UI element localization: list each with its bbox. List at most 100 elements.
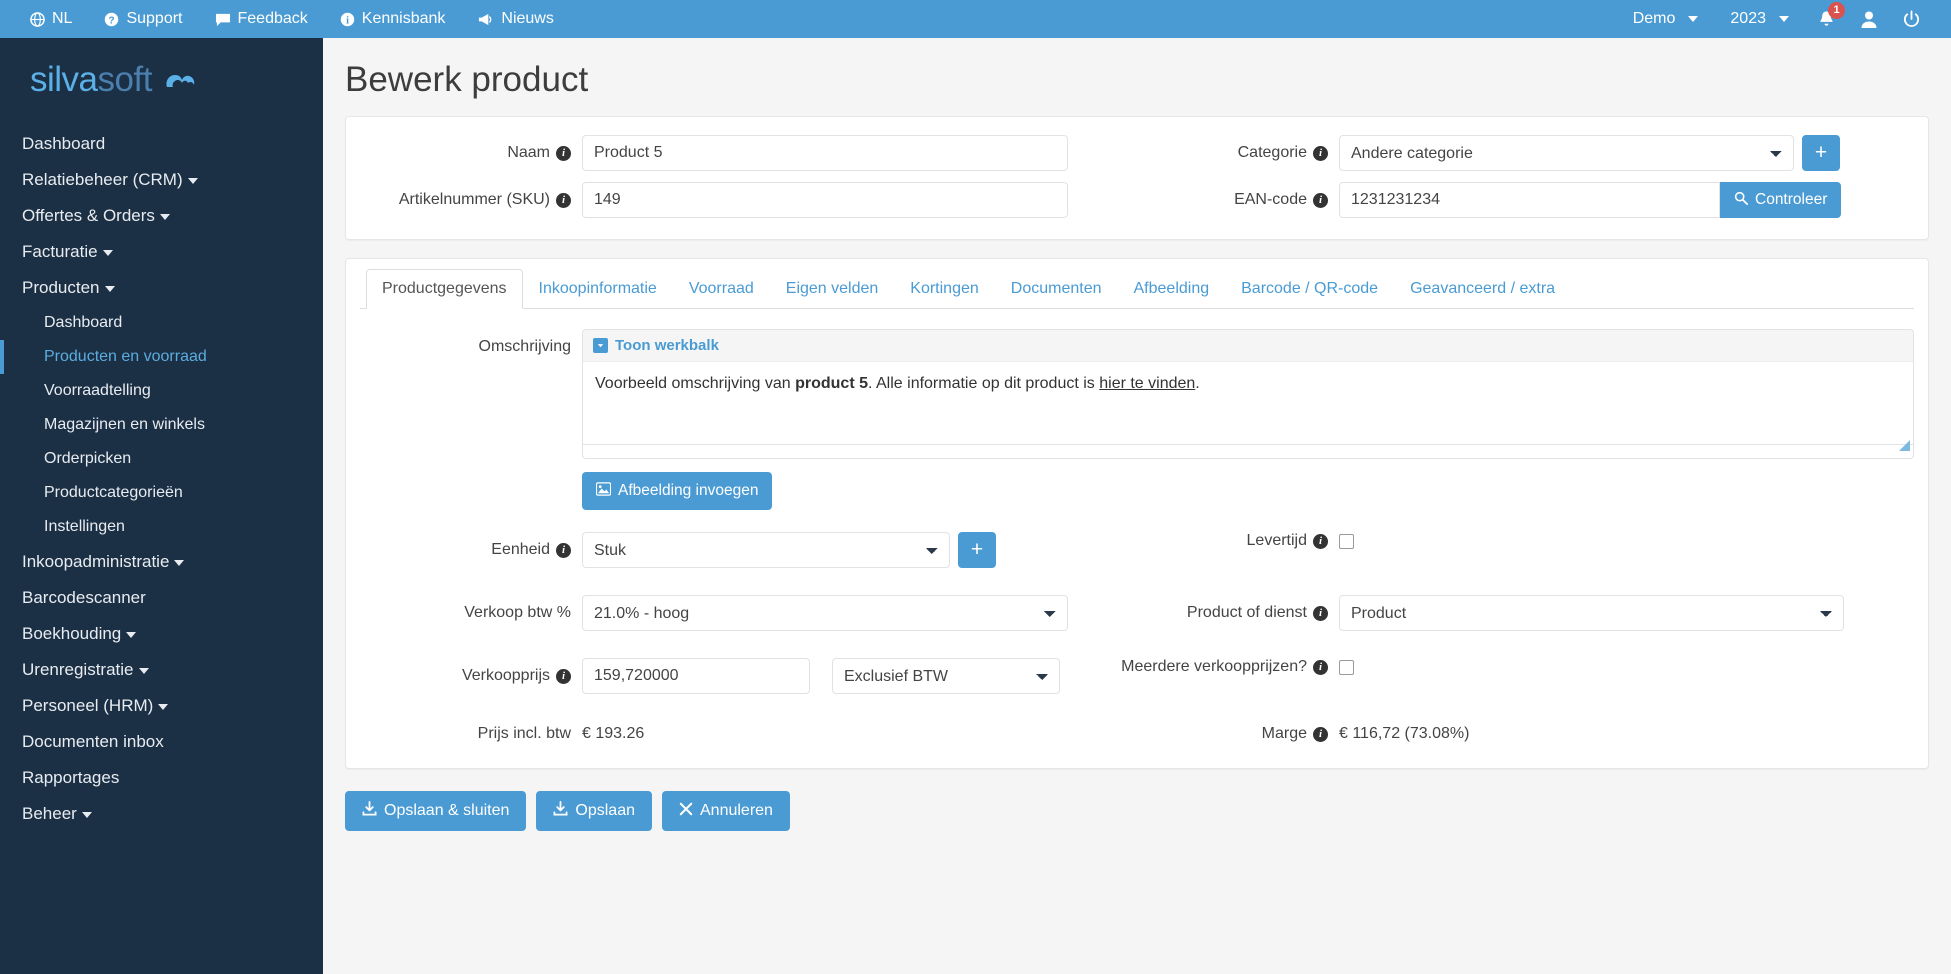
insert-image-label: Afbeelding invoegen — [618, 482, 759, 499]
action-button-label: Annuleren — [700, 802, 773, 819]
sidebar-item-productcategorie-n[interactable]: Productcategorieën — [0, 476, 323, 510]
comment-icon — [215, 12, 231, 27]
opslaan-sluiten-button[interactable]: Opslaan & sluiten — [345, 791, 527, 831]
ean-input[interactable] — [1339, 182, 1720, 218]
sidebar-item-facturatie[interactable]: Facturatie — [0, 234, 323, 270]
sidebar-item-instellingen[interactable]: Instellingen — [0, 510, 323, 544]
tab-bar: Productgegevens Inkoopinformatie Voorraad E… — [360, 269, 1914, 309]
info-icon[interactable]: i — [556, 145, 571, 161]
meerdere-verkoopprijzen-checkbox[interactable] — [1339, 659, 1354, 675]
description-textarea[interactable]: Voorbeeld omschrijving van product 5. Al… — [582, 361, 1914, 445]
sidebar-item-personeel-hrm[interactable]: Personeel (HRM) — [0, 688, 323, 724]
info-icon[interactable]: i — [1313, 192, 1328, 208]
sidebar-item-label: Barcodescanner — [22, 588, 146, 607]
notifications-button[interactable]: 1 — [1805, 0, 1848, 38]
field-omschrijving: Omschrijving Toon werkbalk Voorbeeld oms… — [346, 329, 1928, 510]
tab-afbeelding[interactable]: Afbeelding — [1118, 269, 1226, 309]
tab-eigen-velden[interactable]: Eigen velden — [770, 269, 895, 309]
tab-barcode-qr-code[interactable]: Barcode / QR-code — [1225, 269, 1394, 309]
sidebar-item-offertes-orders[interactable]: Offertes & Orders — [0, 198, 323, 234]
field-marge-label-text: Marge — [1261, 725, 1307, 742]
info-icon[interactable]: i — [556, 668, 571, 684]
account-menu[interactable]: Demo — [1617, 0, 1715, 38]
detail-col-right-4: Marge i € 116,72 (73.08%) — [1137, 725, 1928, 754]
detail-row-4: Prijs incl. btw € 193.26 Marge i € 116,7… — [346, 725, 1928, 754]
nav-kennisbank[interactable]: i Kennisbank — [324, 0, 462, 38]
info-icon[interactable]: i — [556, 192, 571, 208]
field-verkoop-btw: Verkoop btw % 21.0% - hoog — [360, 595, 1123, 631]
annuleren-button[interactable]: Annuleren — [662, 791, 790, 831]
sidebar-item-inkoopadministratie[interactable]: Inkoopadministratie — [0, 544, 323, 580]
controleer-ean-button[interactable]: Controleer — [1720, 182, 1842, 218]
add-eenheid-button[interactable]: + — [958, 532, 996, 568]
info-icon[interactable]: i — [1313, 726, 1328, 742]
megaphone-icon — [477, 12, 494, 27]
verkoopprijs-input[interactable] — [582, 658, 810, 694]
insert-image-button[interactable]: Afbeelding invoegen — [582, 472, 773, 510]
year-menu[interactable]: 2023 — [1714, 0, 1805, 38]
tab-voorraad[interactable]: Voorraad — [673, 269, 770, 309]
nav-feedback[interactable]: Feedback — [199, 0, 324, 38]
resize-handle-icon[interactable] — [1899, 436, 1910, 456]
sidebar-item-relatiebeheer-crm[interactable]: Relatiebeheer (CRM) — [0, 162, 323, 198]
sidebar-item-beheer[interactable]: Beheer — [0, 796, 323, 832]
field-verkoopprijs-label-text: Verkoopprijs — [461, 667, 550, 684]
tab-productgegevens[interactable]: Productgegevens — [366, 269, 523, 309]
nav-support[interactable]: ? Support — [88, 0, 198, 38]
sidebar-item-voorraadtelling[interactable]: Voorraadtelling — [0, 374, 323, 408]
tab-inkoopinformatie[interactable]: Inkoopinformatie — [523, 269, 673, 309]
header-row-2: Artikelnummer (SKU) i EAN-code i — [346, 182, 1928, 229]
sidebar-item-documenten-inbox[interactable]: Documenten inbox — [0, 724, 323, 760]
detail-row-1: Eenheid i Stuk + Levertijd i — [346, 532, 1928, 579]
description-text-before: Voorbeeld omschrijving van — [595, 375, 796, 392]
product-of-dienst-select[interactable]: Product — [1339, 595, 1844, 631]
info-icon[interactable]: i — [556, 542, 571, 558]
sidebar-item-producten[interactable]: Producten — [0, 270, 323, 306]
field-categorie: Categorie i Andere categorie + — [1151, 135, 1914, 171]
sidebar-item-dashboard[interactable]: Dashboard — [0, 306, 323, 340]
chevron-down-icon — [104, 285, 115, 292]
app-logo[interactable]: silvasoft — [0, 38, 323, 126]
sidebar-item-magazijnen-en-winkels[interactable]: Magazijnen en winkels — [0, 408, 323, 442]
sidebar-item-boekhouding[interactable]: Boekhouding — [0, 616, 323, 652]
info-icon[interactable]: i — [1313, 145, 1328, 161]
description-inline-link[interactable]: hier te vinden — [1099, 375, 1195, 392]
field-eenheid-label: Eenheid i — [360, 541, 582, 559]
nav-language[interactable]: NL — [14, 0, 88, 38]
image-icon — [595, 481, 612, 501]
logout-button[interactable] — [1890, 0, 1933, 38]
user-profile-button[interactable] — [1848, 0, 1890, 38]
naam-input[interactable] — [582, 135, 1068, 171]
categorie-select[interactable]: Andere categorie — [1339, 135, 1794, 171]
info-icon[interactable]: i — [1313, 659, 1328, 675]
sidebar-item-producten-en-voorraad[interactable]: Producten en voorraad — [0, 340, 323, 374]
product-tabs-panel: Productgegevens Inkoopinformatie Voorraad E… — [345, 258, 1929, 769]
sidebar-item-barcodescanner[interactable]: Barcodescanner — [0, 580, 323, 616]
tab-geavanceerd-extra[interactable]: Geavanceerd / extra — [1394, 269, 1571, 309]
sidebar-item-dashboard[interactable]: Dashboard — [0, 126, 323, 162]
btw-mode-select[interactable]: Exclusief BTW — [832, 658, 1060, 694]
field-naam-label-text: Naam — [507, 144, 550, 161]
tab-documenten[interactable]: Documenten — [995, 269, 1118, 309]
sidebar-item-urenregistratie[interactable]: Urenregistratie — [0, 652, 323, 688]
sidebar-item-label: Personeel (HRM) — [22, 696, 154, 715]
tab-kortingen[interactable]: Kortingen — [894, 269, 995, 309]
sku-input[interactable] — [582, 182, 1068, 218]
sidebar-item-rapportages[interactable]: Rapportages — [0, 760, 323, 796]
field-omschrijving-label-text: Omschrijving — [478, 338, 571, 355]
main-content: Bewerk product Naam i Categorie i — [323, 38, 1951, 974]
eenheid-select[interactable]: Stuk — [582, 532, 950, 568]
info-icon[interactable]: i — [1313, 605, 1328, 621]
info-icon[interactable]: i — [1313, 533, 1328, 549]
toggle-toolbar-button[interactable]: Toon werkbalk — [582, 329, 1914, 361]
verkoop-btw-select[interactable]: 21.0% - hoog — [582, 595, 1068, 631]
opslaan-button[interactable]: Opslaan — [536, 791, 652, 831]
levertijd-checkbox[interactable] — [1339, 533, 1354, 549]
field-prijs-incl-btw-label: Prijs incl. btw — [360, 725, 582, 743]
sidebar-item-orderpicken[interactable]: Orderpicken — [0, 442, 323, 476]
description-text-bold: product 5 — [795, 375, 868, 392]
chevron-down-icon — [102, 249, 113, 256]
add-categorie-button[interactable]: + — [1802, 135, 1840, 171]
detail-row-3: Verkoopprijs i Exclusief BTW Meerdere ve… — [346, 658, 1928, 705]
nav-nieuws[interactable]: Nieuws — [461, 0, 569, 38]
